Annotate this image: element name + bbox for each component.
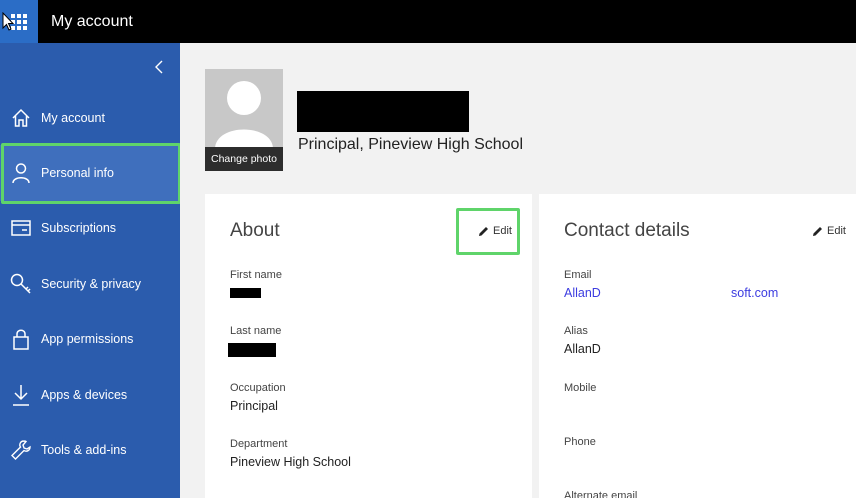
highlight-box [456, 208, 520, 255]
collapse-chevron-icon[interactable] [152, 59, 168, 75]
avatar-placeholder-icon [215, 81, 273, 149]
sidebar-item-label: App permissions [41, 332, 134, 346]
sidebar-item-label: Security & privacy [41, 277, 142, 291]
download-icon [0, 384, 40, 406]
sidebar-item-label: My account [41, 111, 105, 125]
top-bar: My account [0, 0, 856, 43]
alias-label: Alias [564, 325, 588, 337]
edit-label: Edit [827, 225, 846, 237]
alternate-email-label: Alternate email [564, 490, 638, 498]
contact-details-title: Contact details [564, 220, 690, 241]
card-icon [0, 220, 40, 236]
sidebar-item-subscriptions[interactable]: Subscriptions [0, 200, 180, 256]
highlight-box [1, 143, 181, 204]
lock-icon [0, 328, 40, 350]
sidebar-item-tools-add-ins[interactable]: Tools & add-ins [0, 422, 180, 478]
app-title: My account [51, 12, 133, 30]
alias-value: AllanD [564, 342, 601, 356]
department-value: Pineview High School [230, 455, 351, 469]
sidebar-item-label: Tools & add-ins [41, 443, 127, 457]
redacted-name [297, 91, 469, 132]
phone-label: Phone [564, 436, 596, 448]
contact-details-card: Contact details Edit Email AllanD soft.c… [539, 194, 856, 498]
sidebar-item-label: Apps & devices [41, 388, 128, 402]
occupation-label: Occupation [230, 382, 286, 394]
sidebar: My account Personal info Subscriptions S… [0, 43, 180, 498]
main-content: Change photo Principal, Pineview High Sc… [180, 43, 856, 498]
first-name-label: First name [230, 269, 282, 281]
sidebar-item-security-privacy[interactable]: Security & privacy [0, 256, 180, 312]
job-title: Principal, Pineview High School [298, 136, 523, 153]
sidebar-item-app-permissions[interactable]: App permissions [0, 311, 180, 367]
occupation-value: Principal [230, 399, 278, 413]
last-name-label: Last name [230, 325, 282, 337]
home-icon [0, 108, 40, 128]
key-icon [0, 273, 40, 295]
mobile-label: Mobile [564, 382, 597, 394]
sidebar-item-label: Subscriptions [41, 221, 117, 235]
profile-photo[interactable]: Change photo [205, 69, 283, 171]
email-value-end[interactable]: soft.com [731, 286, 778, 300]
department-label: Department [230, 438, 288, 450]
change-photo-button[interactable]: Change photo [205, 147, 283, 171]
redacted-last-name [228, 343, 276, 357]
email-value-start[interactable]: AllanD [564, 286, 601, 300]
contact-edit-button[interactable]: Edit [812, 225, 846, 237]
sidebar-item-my-account[interactable]: My account [0, 90, 180, 146]
about-title: About [230, 220, 280, 241]
redacted-first-name [230, 288, 261, 298]
wrench-icon [0, 439, 40, 461]
email-label: Email [564, 269, 592, 281]
mouse-cursor-icon [2, 12, 14, 31]
sidebar-item-apps-devices[interactable]: Apps & devices [0, 367, 180, 423]
pencil-icon [813, 226, 822, 236]
